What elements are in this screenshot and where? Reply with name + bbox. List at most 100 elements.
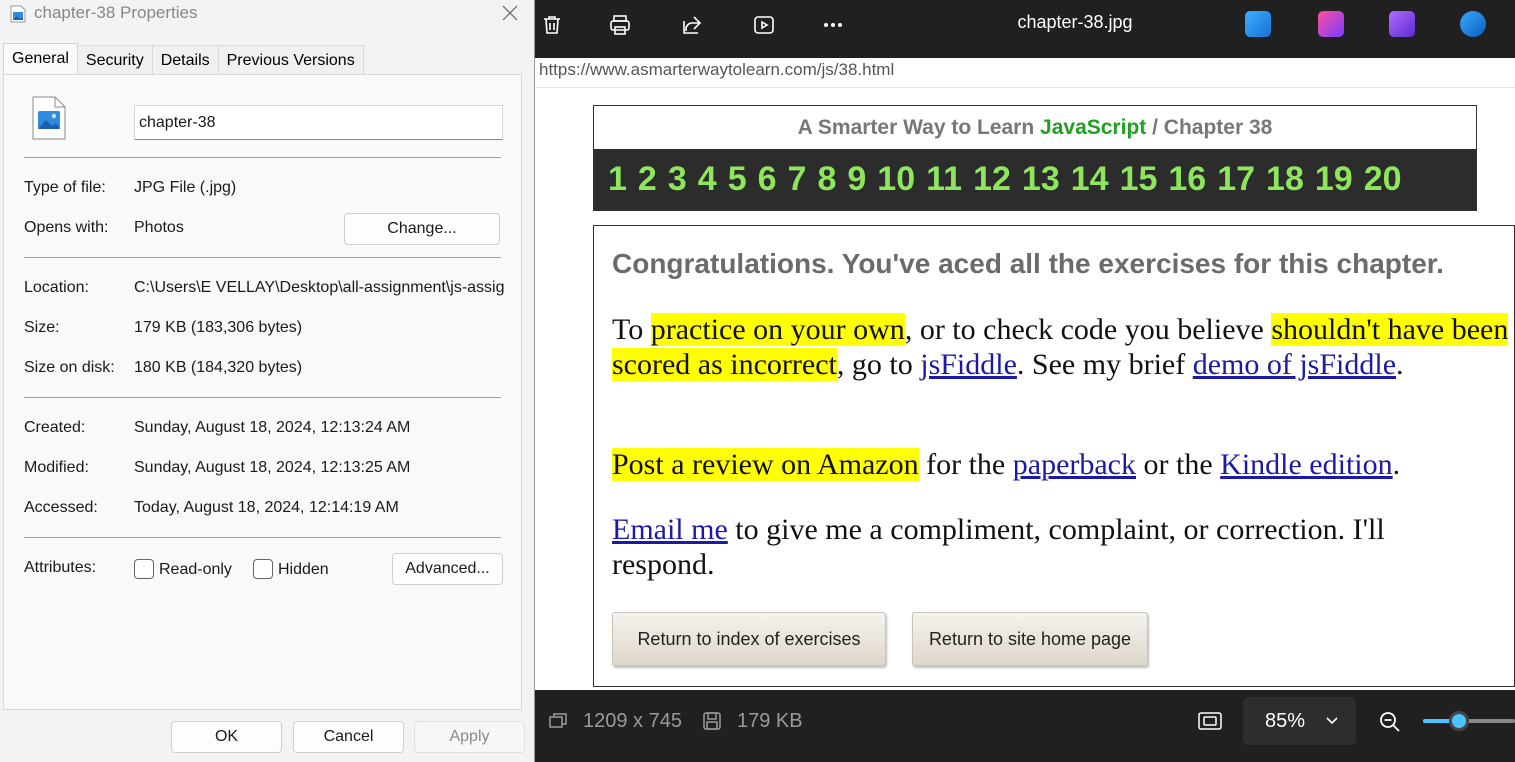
header-chapter: / Chapter 38 [1152, 116, 1273, 139]
general-panel: Type of file: JPG File (.jpg) Opens with… [3, 74, 522, 710]
chapter-link-14[interactable]: 14 [1071, 160, 1109, 199]
created-value: Sunday, August 18, 2024, 12:13:24 AM [134, 419, 411, 436]
image-file-icon [10, 5, 26, 23]
delete-icon[interactable] [535, 8, 569, 42]
jsfiddle-link[interactable]: jsFiddle [920, 348, 1017, 381]
onedrive-icon[interactable] [1460, 11, 1486, 37]
chapter-link-16[interactable]: 16 [1168, 160, 1206, 199]
hidden-checkbox[interactable] [253, 559, 273, 579]
zoom-dropdown[interactable]: 85% [1243, 697, 1356, 745]
content-box: Congratulations. You've aced all the exe… [593, 225, 1515, 687]
accessed-label: Accessed: [24, 499, 98, 516]
header-prefix: A Smarter Way to Learn [797, 116, 1035, 139]
chevron-down-icon [1325, 713, 1339, 729]
chapter-link-11[interactable]: 11 [926, 160, 962, 199]
viewer-title: chapter-38.jpg [1017, 12, 1133, 32]
created-label: Created: [24, 419, 86, 436]
location-label: Location: [24, 279, 89, 296]
close-icon[interactable] [494, 0, 526, 26]
size-on-disk-label: Size on disk: [24, 359, 115, 376]
photos-app-icon[interactable] [1245, 11, 1271, 37]
accessed-value: Today, August 18, 2024, 12:14:19 AM [134, 499, 399, 516]
opens-with-value: Photos [134, 219, 184, 236]
divider [24, 537, 501, 538]
chapter-link-4[interactable]: 4 [698, 160, 717, 199]
zoom-out-icon[interactable] [1378, 710, 1402, 734]
chapter-link-12[interactable]: 12 [973, 160, 1011, 199]
size-on-disk-value: 180 KB (184,320 bytes) [134, 359, 303, 376]
modified-value: Sunday, August 18, 2024, 12:13:25 AM [134, 459, 411, 476]
practice-paragraph: To practice on your own, or to check cod… [612, 313, 1509, 381]
opens-with-label: Opens with: [24, 219, 109, 236]
type-value: JPG File (.jpg) [134, 179, 237, 196]
more-icon[interactable] [816, 8, 850, 42]
readonly-checkbox[interactable] [134, 559, 154, 579]
chapter-link-5[interactable]: 5 [728, 160, 747, 199]
tab-previous-versions[interactable]: Previous Versions [217, 45, 364, 74]
type-label: Type of file: [24, 179, 106, 196]
chapter-link-10[interactable]: 10 [877, 160, 915, 199]
ok-button[interactable]: OK [171, 721, 282, 753]
zoom-slider[interactable] [1423, 711, 1515, 731]
readonly-label[interactable]: Read-only [159, 561, 232, 579]
divider [24, 157, 501, 158]
email-link[interactable]: Email me [612, 513, 728, 546]
designer-app-icon[interactable] [1318, 11, 1344, 37]
dialog-tabs: General Security Details Previous Versio… [3, 43, 364, 75]
chapter-link-3[interactable]: 3 [668, 160, 687, 199]
divider [24, 257, 501, 258]
chapter-link-19[interactable]: 19 [1315, 160, 1353, 199]
return-index-button[interactable]: Return to index of exercises [612, 612, 886, 666]
apply-button[interactable]: Apply [414, 721, 525, 753]
screenshot-url: https://www.asmarterwaytolearn.com/js/38… [535, 58, 1515, 88]
viewer-status-bar: 1209 x 745 179 KB 85% [535, 690, 1515, 762]
cancel-button[interactable]: Cancel [293, 721, 404, 753]
congrats-heading: Congratulations. You've aced all the exe… [612, 248, 1444, 279]
dialog-titlebar[interactable]: chapter-38 Properties [0, 0, 534, 30]
advanced-button[interactable]: Advanced... [392, 553, 503, 585]
chapter-link-17[interactable]: 17 [1217, 160, 1255, 199]
tab-general[interactable]: General [3, 43, 78, 74]
kindle-link[interactable]: Kindle edition [1220, 448, 1392, 481]
review-paragraph: Post a review on Amazon for the paperbac… [612, 448, 1401, 481]
hidden-label[interactable]: Hidden [278, 561, 329, 579]
file-name-input[interactable] [134, 105, 503, 140]
image-canvas[interactable]: https://www.asmarterwaytolearn.com/js/38… [535, 58, 1515, 690]
site-header: A Smarter Way to Learn JavaScript / Chap… [593, 105, 1477, 211]
chapter-link-15[interactable]: 15 [1120, 160, 1158, 199]
tab-details[interactable]: Details [151, 45, 219, 74]
viewer-toolbar: chapter-38.jpg [535, 0, 1515, 58]
chapter-link-9[interactable]: 9 [847, 160, 866, 199]
share-icon[interactable] [675, 8, 709, 42]
return-home-button[interactable]: Return to site home page [912, 612, 1148, 666]
file-type-icon [31, 96, 67, 140]
site-header-title: A Smarter Way to Learn JavaScript / Chap… [594, 106, 1476, 148]
paperback-link[interactable]: paperback [1013, 448, 1136, 481]
print-icon[interactable] [603, 8, 637, 42]
properties-dialog: chapter-38 Properties General Security D… [0, 0, 535, 762]
clipchamp-app-icon[interactable] [1389, 11, 1415, 37]
chapter-link-13[interactable]: 13 [1022, 160, 1060, 199]
zoom-level: 85% [1265, 709, 1306, 732]
slideshow-icon[interactable] [747, 8, 781, 42]
chapter-link-6[interactable]: 6 [758, 160, 777, 199]
chapter-link-18[interactable]: 18 [1266, 160, 1304, 199]
dialog-title: chapter-38 Properties [34, 3, 198, 22]
divider [24, 397, 501, 398]
header-javascript: JavaScript [1040, 116, 1147, 139]
chapter-link-2[interactable]: 2 [638, 160, 657, 199]
zoom-slider-thumb[interactable] [1449, 711, 1469, 731]
chapter-number-bar: 1 2 3 4 5 6 7 8 9 10 11 12 13 14 15 16 17 18 19 20 [594, 149, 1476, 210]
fit-to-window-icon[interactable] [1197, 710, 1223, 732]
chapter-link-1[interactable]: 1 [608, 160, 627, 199]
demo-jsfiddle-link[interactable]: demo of jsFiddle [1193, 348, 1396, 381]
chapter-link-7[interactable]: 7 [788, 160, 807, 199]
tab-security[interactable]: Security [76, 45, 153, 74]
image-file-size: 179 KB [737, 710, 803, 732]
email-paragraph: Email me to give me a compliment, compla… [612, 513, 1385, 581]
change-button[interactable]: Change... [344, 213, 500, 245]
chapter-link-20[interactable]: 20 [1364, 160, 1402, 199]
attributes-label: Attributes: [24, 559, 97, 576]
size-label: Size: [24, 319, 60, 336]
chapter-link-8[interactable]: 8 [817, 160, 836, 199]
